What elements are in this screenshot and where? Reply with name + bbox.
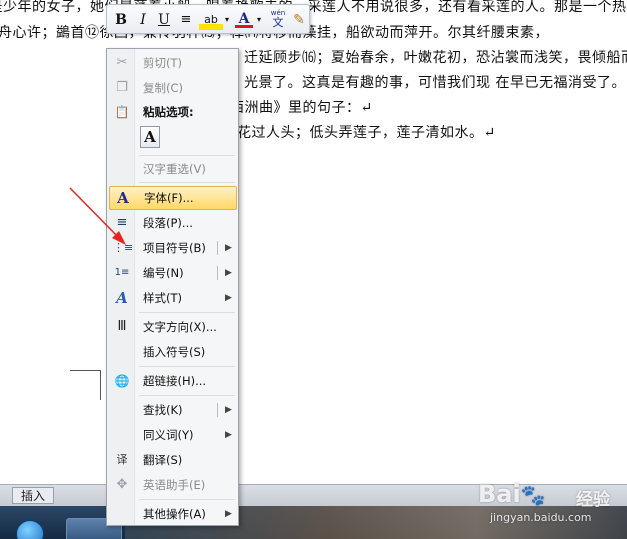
mini-toolbar: B I U ≡ ab ▾ A ▾ wén 文 ✎ (106, 4, 310, 34)
menu-separator (139, 499, 235, 500)
menu-item-label: 查找(K) (143, 403, 183, 417)
chevron-right-icon[interactable]: ▶ (225, 503, 232, 525)
menu-separator (139, 366, 235, 367)
start-orb-icon[interactable] (16, 520, 44, 539)
menu-item-label: 样式(T) (143, 291, 182, 305)
paragraph-icon: ≡ (116, 215, 128, 230)
menu-item-text-direction[interactable]: Ⅲ 文字方向(X)... (109, 316, 237, 338)
margin-crop-mark (100, 370, 101, 400)
bold-button[interactable]: B (112, 10, 130, 30)
menu-item-label: 英语助手(E) (143, 478, 206, 492)
menu-item-find[interactable]: 查找(K) ▶ (109, 399, 237, 421)
doc-line-4: 光景了。这真是有趣的事，可惜我们现 在早已无福消受了。 (244, 75, 626, 91)
menu-item-more-actions[interactable]: 其他操作(A) ▶ (109, 503, 237, 525)
font-color-button[interactable]: A (235, 10, 253, 28)
menu-split-divider (217, 241, 218, 255)
clipboard-icon: 📋 (114, 105, 130, 119)
highlight-button[interactable]: ab (199, 10, 223, 30)
menu-item-label: 复制(C) (143, 81, 184, 95)
text-direction-icon: Ⅲ (117, 319, 127, 334)
menu-item-insert-symbol[interactable]: 插入符号(S) (109, 341, 237, 363)
paw-icon: 🐾 (520, 483, 546, 507)
english-assistant-icon: ✥ (116, 477, 128, 492)
menu-separator (139, 155, 235, 156)
doc-line-1: 采莲是江南的旧俗，似乎很早就有，而六朝时为盛；从诗歌里可以约略知道。采莲的是少年… (0, 0, 627, 15)
menu-item-cut[interactable]: ✂ 剪切(T) (109, 52, 237, 74)
watermark-url: jingyan.baidu.com (490, 511, 592, 524)
copy-icon: ❐ (116, 80, 128, 95)
chevron-right-icon[interactable]: ▶ (225, 237, 232, 259)
chevron-right-icon[interactable]: ▶ (225, 287, 232, 309)
menu-item-hyperlink[interactable]: 🌐 超链接(H)... (109, 370, 237, 392)
menu-item-label: 项目符号(B) (143, 241, 206, 255)
menu-item-label: 其他操作(A) (143, 507, 206, 521)
context-menu: ✂ 剪切(T) ❐ 复制(C) 📋 粘贴选项: A 汉字重选(V) A 字体(F… (106, 48, 239, 526)
scissors-icon: ✂ (116, 55, 128, 70)
menu-separator (139, 182, 235, 183)
menu-item-label: 文字方向(X)... (143, 320, 217, 334)
menu-item-translate[interactable]: 译 翻译(S) (109, 449, 237, 471)
document-canvas[interactable]: 采莲是江南的旧俗，似乎很早就有，而六朝时为盛；从诗歌里可以约略知道。采莲的是少年… (0, 0, 627, 484)
watermark-brand: Bai🐾 (478, 480, 546, 508)
translate-icon: 译 (116, 453, 128, 466)
menu-item-synonyms[interactable]: 同义词(Y) ▶ (109, 424, 237, 446)
doc-line-6: 花过人头；低头弄莲子，莲子清如水。↵ (237, 125, 496, 141)
menu-item-copy[interactable]: ❐ 复制(C) (109, 77, 237, 99)
menu-item-english-assistant[interactable]: ✥ 英语助手(E) (109, 474, 237, 496)
chevron-right-icon[interactable]: ▶ (225, 424, 232, 446)
menu-item-label: 超链接(H)... (143, 374, 207, 388)
margin-crop-mark-h (70, 370, 101, 371)
hyperlink-icon: 🌐 (114, 374, 130, 388)
menu-item-label: 汉字重选(V) (143, 162, 206, 176)
menu-item-label: 翻译(S) (143, 453, 183, 467)
menu-item-styles[interactable]: A 样式(T) ▶ (109, 287, 237, 309)
menu-separator (139, 395, 235, 396)
numbering-icon: 1≡ (114, 267, 130, 278)
menu-item-label: 编号(N) (143, 266, 184, 280)
watermark-word: 经验 (576, 490, 610, 510)
format-painter-icon[interactable]: ✎ (290, 10, 308, 30)
paste-keep-text-button[interactable]: A (140, 126, 160, 148)
menu-item-label: 段落(P)... (143, 216, 193, 230)
chevron-down-icon[interactable]: ▾ (255, 10, 263, 30)
menu-item-label: 插入符号(S) (143, 345, 206, 359)
chevron-right-icon[interactable]: ▶ (225, 262, 232, 284)
menu-split-divider (217, 403, 218, 417)
menu-item-paragraph[interactable]: ≡ 段落(P)... (109, 212, 237, 234)
menu-split-divider (217, 266, 218, 280)
menu-item-paste-options: 📋 粘贴选项: (109, 101, 237, 123)
menu-item-bullets[interactable]: ⋮≡ 项目符号(B) ▶ (109, 237, 237, 259)
center-align-icon[interactable]: ≡ (177, 10, 195, 30)
menu-item-label: 字体(F)... (144, 191, 194, 205)
italic-button[interactable]: I (134, 10, 152, 30)
phonetic-bottom-text: 文 (272, 16, 284, 29)
doc-line-3: 迁延顾步⒃；夏始春余，叶嫩花初，恐沾裳而浅笑，畏倾船而敛裾。 (244, 50, 627, 66)
underline-button[interactable]: U (155, 10, 173, 30)
styles-icon: A (116, 289, 128, 307)
chevron-down-icon[interactable]: ▾ (223, 10, 231, 30)
menu-item-label: 粘贴选项: (143, 105, 194, 119)
menu-item-label: 同义词(Y) (143, 428, 194, 442)
menu-item-reconvert[interactable]: 汉字重选(V) (109, 158, 237, 180)
bullets-icon: ⋮≡ (113, 241, 134, 254)
chevron-right-icon[interactable]: ▶ (225, 399, 232, 421)
menu-item-label: 剪切(T) (143, 56, 182, 70)
menu-item-font[interactable]: A 字体(F)... (109, 186, 237, 210)
font-icon: A (117, 189, 129, 207)
insert-mode-indicator[interactable]: 插入 (12, 487, 55, 504)
doc-line-5: 西洲曲》里的句子：↵ (230, 100, 373, 116)
phonetic-guide-button[interactable]: wén 文 (267, 9, 289, 29)
menu-item-numbering[interactable]: 1≡ 编号(N) ▶ (109, 262, 237, 284)
baidu-jingyan-watermark: Bai🐾 经验 jingyan.baidu.com (478, 480, 623, 528)
menu-separator (139, 312, 235, 313)
